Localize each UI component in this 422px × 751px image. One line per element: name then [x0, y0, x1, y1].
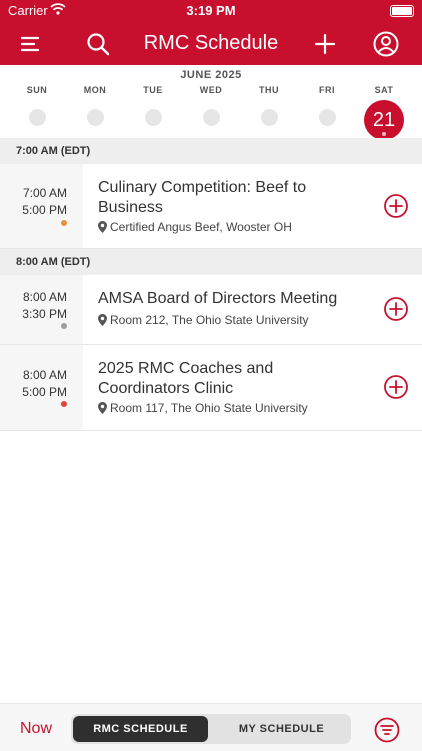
event-end-time: 5:00 PM	[22, 203, 67, 217]
section-time-label: 7:00 AM (EDT)	[16, 145, 91, 157]
navbar: RMC Schedule	[0, 22, 422, 65]
day-wed[interactable]: WED	[186, 85, 236, 126]
event-row[interactable]: 8:00 AM 5:00 PM 2025 RMC Coaches and Coo…	[0, 345, 422, 431]
event-color-dot	[61, 323, 67, 329]
add-to-schedule-icon[interactable]	[384, 375, 408, 399]
day-tue[interactable]: TUE	[128, 85, 178, 126]
day-fri[interactable]: FRI	[302, 85, 352, 126]
day-circle	[260, 109, 278, 126]
add-to-schedule-icon[interactable]	[384, 297, 408, 321]
event-location-text: Certified Angus Beef, Wooster OH	[110, 220, 292, 234]
rmc-schedule-tab[interactable]: RMC SCHEDULE	[73, 716, 208, 742]
month-label: JUNE 2025	[180, 69, 242, 81]
day-circle	[86, 109, 104, 126]
day-label: MON	[83, 85, 107, 95]
event-color-dot	[61, 401, 67, 407]
selected-date: 21	[364, 100, 404, 140]
day-sat[interactable]: SAT 21	[359, 85, 409, 140]
event-color-dot	[61, 220, 67, 226]
event-time-column: 7:00 AM 5:00 PM	[0, 164, 83, 248]
event-end-time: 5:00 PM	[22, 385, 67, 399]
event-location: Room 212, The Ohio State University	[98, 313, 309, 327]
selected-date-number: 21	[372, 109, 396, 131]
day-circle	[318, 109, 336, 126]
event-row[interactable]: 7:00 AM 5:00 PM Culinary Competition: Be…	[0, 164, 422, 249]
app-header: Carrier 3:19 PM RMC Schedule	[0, 0, 422, 65]
event-location: Certified Angus Beef, Wooster OH	[98, 220, 292, 234]
day-label: FRI	[319, 85, 335, 95]
now-button[interactable]: Now	[20, 720, 52, 738]
day-label: SAT	[374, 85, 394, 95]
day-label: TUE	[143, 85, 163, 95]
time-section-header: 7:00 AM (EDT)	[0, 138, 422, 164]
day-label: SUN	[26, 85, 48, 95]
my-schedule-tab[interactable]: MY SCHEDULE	[214, 716, 349, 742]
day-circle	[28, 109, 46, 126]
event-location-text: Room 117, The Ohio State University	[110, 401, 308, 415]
event-time-column: 8:00 AM 3:30 PM	[0, 275, 83, 344]
section-time-label: 8:00 AM (EDT)	[16, 256, 91, 268]
event-start-time: 7:00 AM	[22, 186, 67, 200]
event-location: Room 117, The Ohio State University	[98, 401, 308, 415]
battery-icon	[390, 5, 414, 17]
day-circle	[144, 109, 162, 126]
time-section-header: 8:00 AM (EDT)	[0, 249, 422, 275]
event-location-text: Room 212, The Ohio State University	[110, 313, 309, 327]
event-start-time: 8:00 AM	[22, 368, 67, 382]
location-pin-icon	[98, 314, 107, 326]
event-row[interactable]: 8:00 AM 3:30 PM AMSA Board of Directors …	[0, 275, 422, 345]
day-mon[interactable]: MON	[70, 85, 120, 126]
day-sun[interactable]: SUN	[12, 85, 62, 126]
filter-icon[interactable]	[374, 717, 400, 743]
location-pin-icon	[98, 221, 107, 233]
page-title: RMC Schedule	[143, 32, 279, 54]
event-end-time: 3:30 PM	[22, 307, 67, 321]
status-bar: Carrier 3:19 PM	[0, 0, 422, 22]
location-pin-icon	[98, 402, 107, 414]
add-to-schedule-icon[interactable]	[384, 194, 408, 218]
event-indicator-dot	[382, 132, 386, 136]
clock: 3:19 PM	[186, 3, 236, 18]
profile-icon[interactable]	[372, 30, 400, 58]
day-circle	[202, 109, 220, 126]
event-title: Culinary Competition: Beef to Business	[98, 179, 307, 216]
event-time-column: 8:00 AM 5:00 PM	[0, 345, 83, 430]
schedule-segmented-control: RMC SCHEDULE MY SCHEDULE	[71, 714, 351, 744]
day-thu[interactable]: THU	[244, 85, 294, 126]
event-title: 2025 RMC Coaches and Coordinators Clinic	[98, 360, 274, 397]
day-label: WED	[199, 85, 223, 95]
add-icon[interactable]	[311, 30, 339, 58]
event-start-time: 8:00 AM	[22, 290, 67, 304]
week-calendar: JUNE 2025 SUN MON TUE WED THU FRI SAT 21	[0, 65, 422, 140]
event-title: AMSA Board of Directors Meeting	[98, 290, 338, 307]
day-label: THU	[259, 85, 279, 95]
bottom-bar: Now RMC SCHEDULE MY SCHEDULE	[0, 703, 422, 751]
